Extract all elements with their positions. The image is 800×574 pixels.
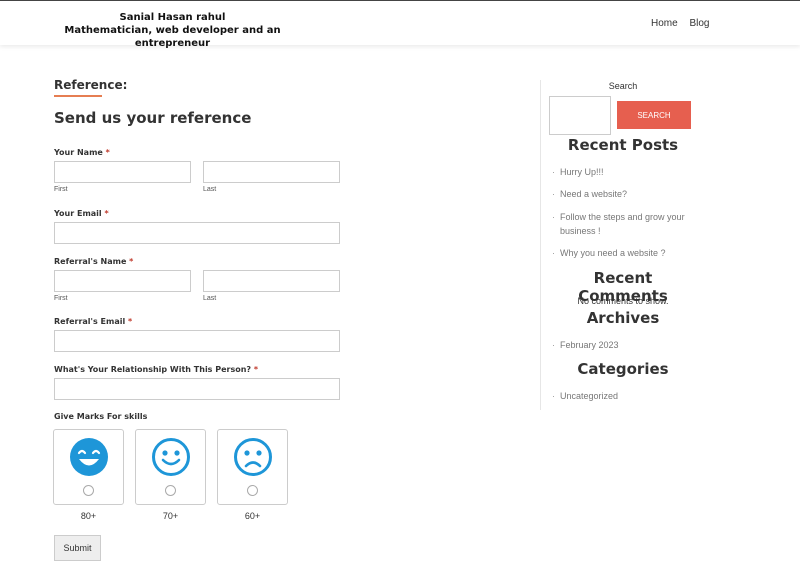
recent-posts-title: Recent Posts (567, 136, 679, 154)
referral-name-label: Referral's Name * (54, 257, 134, 266)
referral-last-name-input[interactable] (203, 270, 340, 292)
nav-home[interactable]: Home (651, 18, 678, 29)
required-mark: * (128, 317, 133, 326)
mark-radio-60[interactable] (247, 485, 258, 496)
required-mark: * (104, 209, 109, 218)
archive-link[interactable]: February 2023 (552, 338, 695, 352)
site-header: Sanial Hasan rahul Mathematician, web de… (0, 0, 800, 49)
mark-option-60[interactable] (217, 429, 288, 505)
referral-email-input[interactable] (54, 330, 340, 352)
categories-title: Categories (577, 360, 669, 378)
required-mark: * (129, 257, 134, 266)
site-branding[interactable]: Sanial Hasan rahul Mathematician, web de… (45, 11, 300, 50)
recent-post-link[interactable]: Hurry Up!!! (552, 165, 695, 179)
form-heading: Send us your reference (54, 109, 252, 127)
referral-first-name-input[interactable] (54, 270, 191, 292)
mark-option-80[interactable] (53, 429, 124, 505)
marks-label: Give Marks For skills (54, 412, 148, 421)
mark-radio-80[interactable] (83, 485, 94, 496)
required-mark: * (105, 148, 110, 157)
search-button[interactable]: SEARCH (617, 101, 691, 129)
nav-blog[interactable]: Blog (689, 18, 709, 29)
your-first-name-input[interactable] (54, 161, 191, 183)
sad-face-icon (234, 438, 272, 476)
mark-radio-70[interactable] (165, 485, 176, 496)
smiling-face-icon (152, 438, 190, 476)
your-last-name-input[interactable] (203, 161, 340, 183)
search-input[interactable] (549, 96, 611, 135)
page-title: Reference: (54, 78, 128, 92)
site-tagline: Mathematician, web developer and an entr… (64, 25, 281, 49)
last-sublabel: Last (203, 186, 217, 193)
mark-value-70: 70+ (162, 511, 179, 521)
laughing-face-icon (70, 438, 108, 476)
main-content: Reference: Send us your reference (54, 78, 354, 127)
relationship-label: What's Your Relationship With This Perso… (54, 365, 259, 374)
first-sublabel: First (54, 186, 68, 193)
referral-email-label: Referral's Email * (54, 317, 133, 326)
mark-value-80: 80+ (80, 511, 97, 521)
submit-button[interactable]: Submit (54, 535, 101, 561)
no-comments-text: No comments to show. (577, 296, 669, 306)
your-name-label: Your Name * (54, 148, 110, 157)
category-link[interactable]: Uncategorized (552, 389, 695, 403)
search-label: Search (608, 81, 638, 91)
main-nav: Home Blog (651, 18, 718, 29)
last-sublabel: Last (203, 295, 217, 302)
recent-post-link[interactable]: Need a website? (552, 187, 695, 201)
title-underline (54, 95, 102, 97)
first-sublabel: First (54, 295, 68, 302)
site-name[interactable]: Sanial Hasan rahul (120, 12, 226, 23)
sidebar-divider (540, 80, 541, 410)
archives-title: Archives (586, 309, 660, 327)
your-email-input[interactable] (54, 222, 340, 244)
required-mark: * (253, 365, 259, 374)
your-email-label: Your Email * (54, 209, 109, 218)
relationship-input[interactable] (54, 378, 340, 400)
mark-option-70[interactable] (135, 429, 206, 505)
recent-post-link[interactable]: Follow the steps and grow your business … (552, 210, 695, 238)
mark-value-60: 60+ (244, 511, 261, 521)
recent-post-link[interactable]: Why you need a website ? (552, 246, 695, 260)
